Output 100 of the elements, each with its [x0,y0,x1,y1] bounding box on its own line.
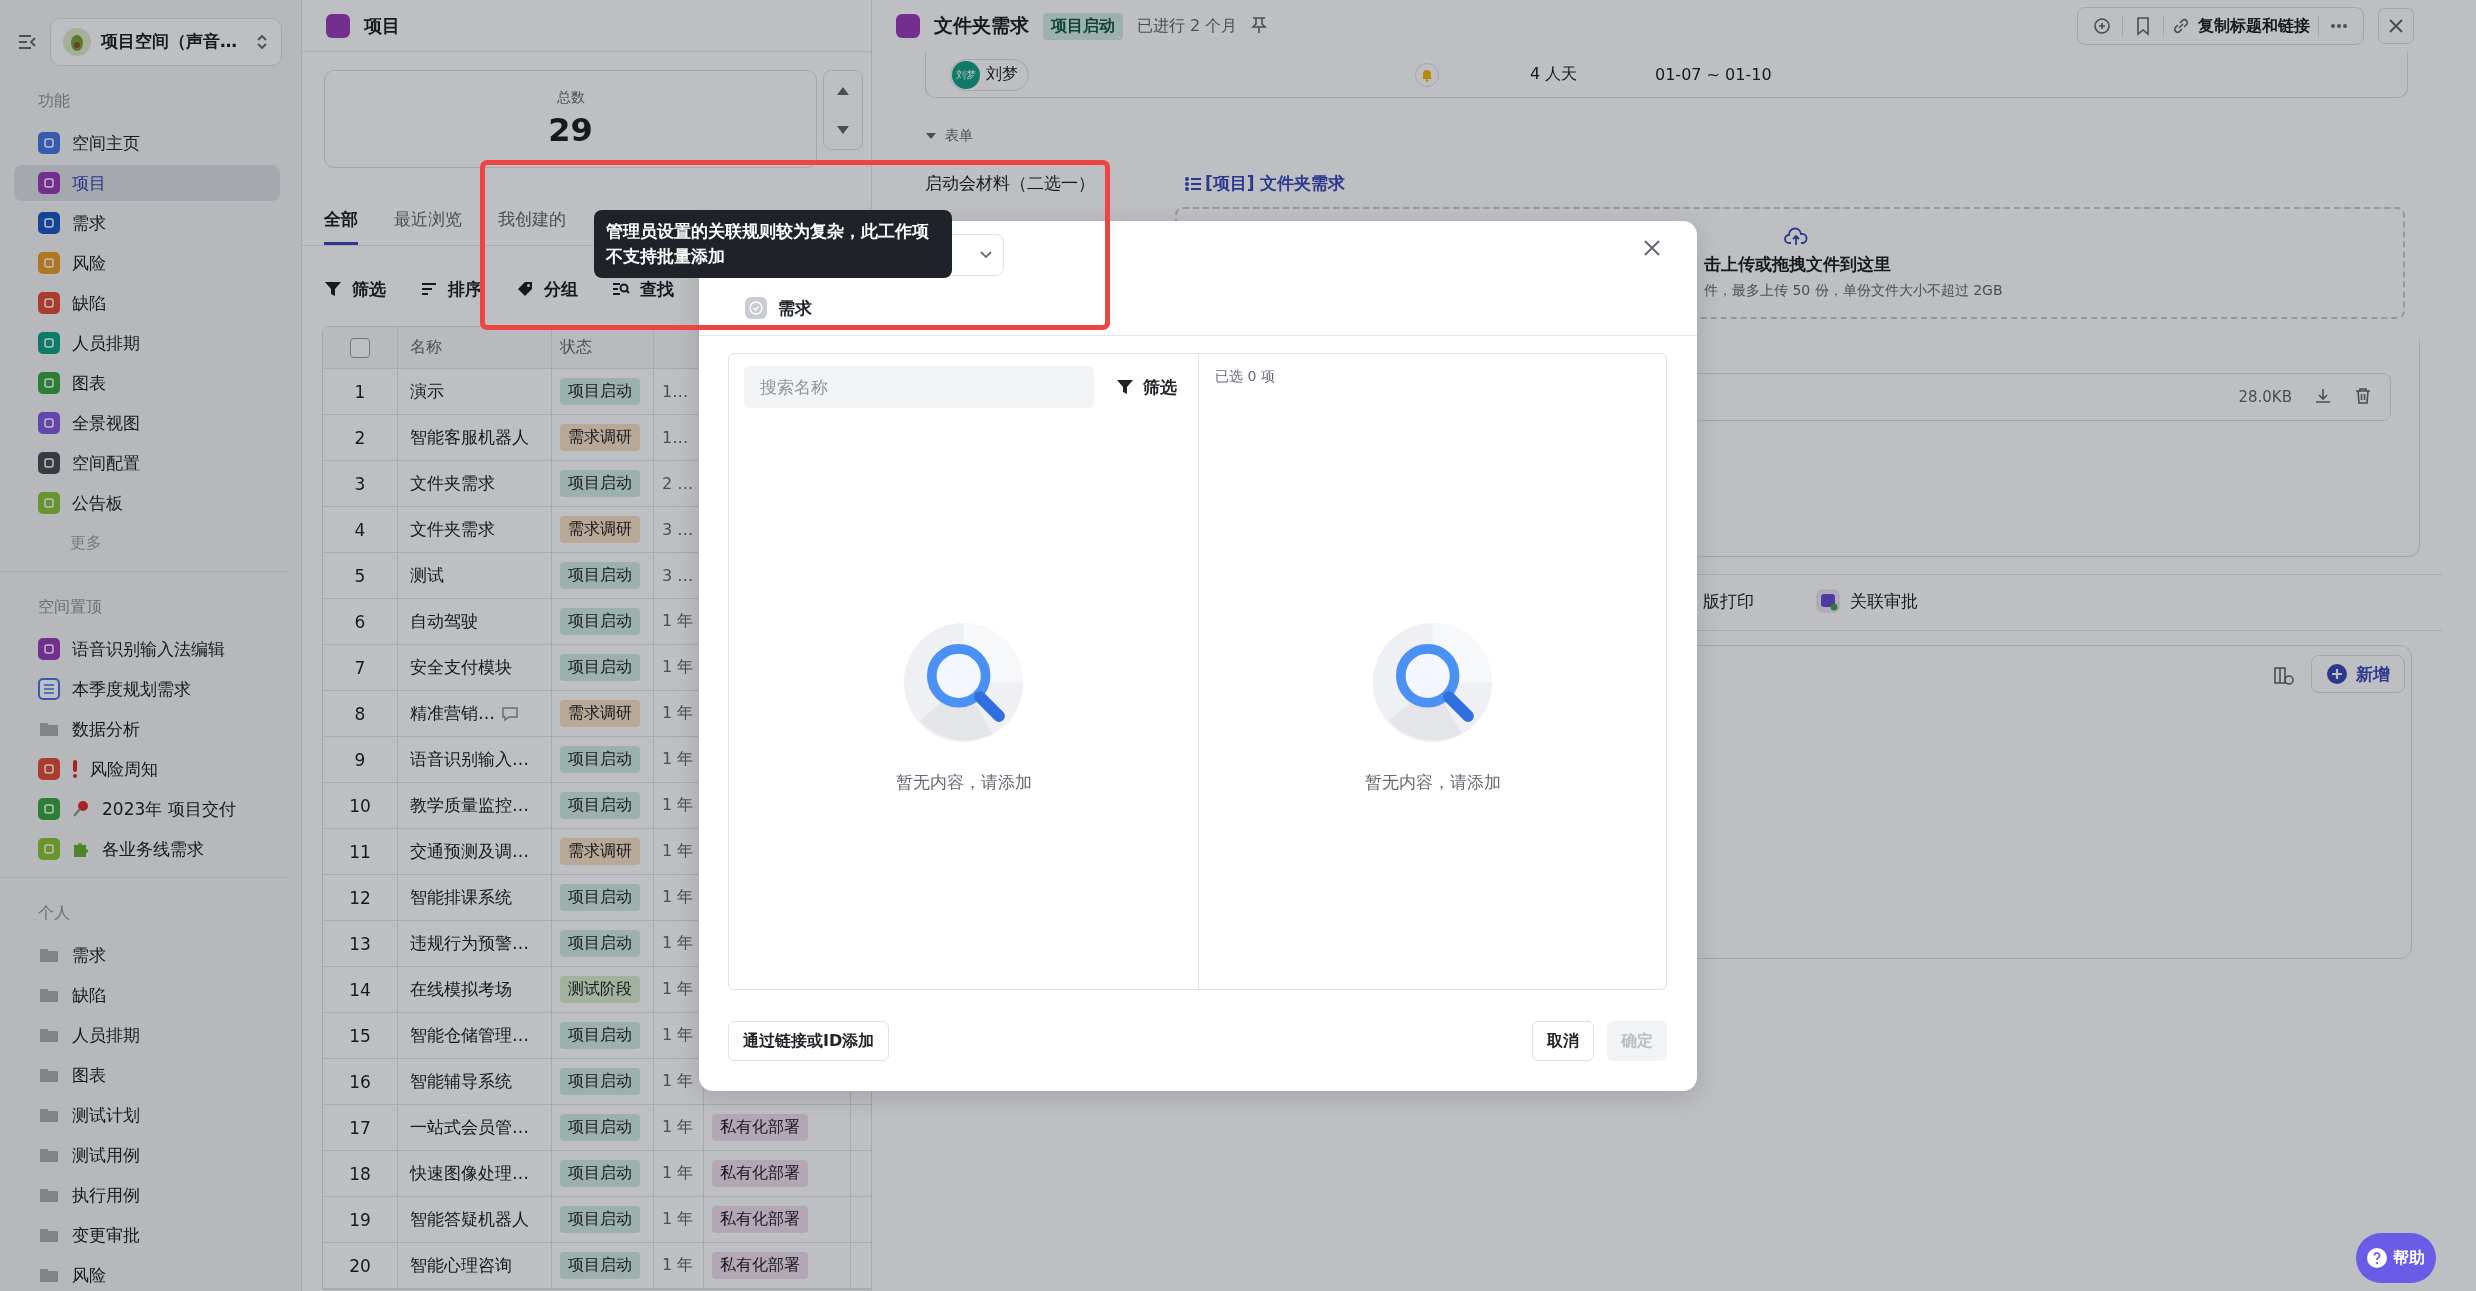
row-number: 15 [323,1013,398,1058]
cancel-button[interactable]: 取消 [1532,1021,1594,1061]
sidebar-item[interactable]: 需求 [14,205,280,241]
space-selector[interactable]: 项目空间（声音… [50,17,282,66]
sidebar-item-label: 空间配置 [72,451,140,475]
table-cell: 1 年 [654,1105,704,1150]
table-cell: 违规行为预警… [410,932,529,955]
status-tag: 项目启动 [560,884,640,911]
table-cell: 自动驾驶 [410,610,478,633]
sidebar-item[interactable]: 缺陷 [14,285,280,321]
tab[interactable]: 全部 [324,196,358,245]
sidebar-item[interactable]: 语音识别输入法编辑 [14,631,280,667]
status-tag: 项目启动 [560,1160,640,1187]
row-number: 8 [323,691,398,736]
tag: 私有化部署 [712,1252,808,1279]
table-cell: 智能辅导系统 [410,1070,512,1093]
sidebar-item[interactable]: 本季度规划需求 [14,671,280,707]
sidebar-item[interactable]: 空间配置 [14,445,280,481]
add-by-link-button[interactable]: 通过链接或ID添加 [728,1021,890,1061]
toolbar-button[interactable]: 分组 [516,277,578,301]
detail-title: 文件夹需求 [934,13,1029,38]
sidebar-item[interactable]: 数据分析 [14,711,280,747]
sidebar-item[interactable]: 图表 [14,365,280,401]
sidebar-item[interactable]: 风险 [14,245,280,281]
sidebar-item-label: 变更审批 [72,1223,140,1247]
toolbar-button[interactable]: 排序 [420,277,482,301]
sidebar-item-label: 测试用例 [72,1143,140,1167]
sidebar-item[interactable]: 需求 [14,937,280,973]
sidebar-item[interactable]: 项目 [14,165,280,201]
status-tag: 项目启动 [560,1114,640,1141]
sidebar-item[interactable]: 人员排期 [14,325,280,361]
status-tag: 需求调研 [560,700,640,727]
sidebar-item-label: 语音识别输入法编辑 [72,637,225,661]
row-number: 12 [323,875,398,920]
row-number: 18 [323,1151,398,1196]
stat-value: 29 [548,111,593,149]
sidebar-item-label: 项目 [72,171,106,195]
sidebar-item[interactable]: 变更审批 [14,1217,280,1253]
tag: 私有化部署 [712,1160,808,1187]
empty-state-text: 暂无内容，请添加 [1364,771,1501,794]
table-cell: 在线模拟考场 [410,978,512,1001]
field-label: 启动会材料（二选一） [925,172,1096,195]
sidebar-item[interactable]: 风险周知 [14,751,280,787]
toolbar-button[interactable]: 查找 [612,277,674,301]
sidebar-item-label: 各业务线需求 [102,837,204,861]
status-tag: 项目启动 [560,1022,640,1049]
sidebar-item[interactable]: 测试计划 [14,1097,280,1133]
table-cell: 安全支付模块 [410,656,512,679]
panel-title: 项目 [364,13,400,38]
status-tag: 项目启动 [560,1252,640,1279]
table-cell: 交通预测及调… [410,840,529,863]
row-number: 5 [323,553,398,598]
sidebar-item-label: 缺陷 [72,291,106,315]
upload-limits: 件，最多上传 50 份，单份文件大小不超过 2GB [1704,281,2004,300]
sidebar-item-label: 需求 [72,211,106,235]
empty-state-text: 暂无内容，请添加 [895,771,1032,794]
status-tag: 项目启动 [560,562,640,589]
sidebar-item[interactable]: 人员排期 [14,1017,280,1053]
tab[interactable]: 关联审批 [1816,574,1918,631]
status-tag: 项目启动 [560,608,640,635]
sidebar-item[interactable]: 公告板 [14,485,280,521]
tab[interactable]: 版打印 [1703,574,1754,631]
row-number: 4 [323,507,398,552]
table-cell: 快速图像处理… [410,1162,529,1185]
sidebar-item-label: 人员排期 [72,1023,140,1047]
sidebar-item[interactable]: 缺陷 [14,977,280,1013]
row-number: 7 [323,645,398,690]
tab[interactable]: 最近浏览 [394,196,462,245]
sidebar-item[interactable]: 风险 [14,1257,280,1291]
stat-label: 总数 [556,89,585,107]
status-tag: 测试阶段 [560,976,640,1003]
sidebar-item-label: 2023年 项目交付 [102,797,236,821]
sidebar-item-label: 图表 [72,371,106,395]
sidebar-item[interactable]: 2023年 项目交付 [14,791,280,827]
sidebar-item-label: 风险 [72,251,106,275]
sidebar-item[interactable]: 图表 [14,1057,280,1093]
table-cell: 测试 [410,564,444,587]
sidebar-item-label: 数据分析 [72,717,140,741]
sidebar-item[interactable]: 测试用例 [14,1137,280,1173]
tab[interactable]: 我创建的 [498,196,566,245]
status-tag: 项目启动 [560,792,640,819]
row-number: 19 [323,1197,398,1242]
status-tag: 需求调研 [560,838,640,865]
avatar: 刘梦 [952,60,980,89]
add-button[interactable]: 新增 [2311,655,2405,693]
search-field[interactable]: 搜索名称 [744,366,1094,408]
item-link[interactable]: [项目] 文件夹需求 [1185,172,1346,195]
sidebar-item[interactable]: 各业务线需求 [14,831,280,867]
sidebar-item[interactable]: 执行用例 [14,1177,280,1213]
status-tag: 项目启动 [560,1068,640,1095]
sidebar-item[interactable]: 空间主页 [14,125,280,161]
table-cell: 智能排课系统 [410,886,512,909]
toolbar-button[interactable]: 筛选 [324,277,386,301]
table-cell: 1 年 [654,1197,704,1242]
sidebar-item[interactable]: 全景视图 [14,405,280,441]
filter-button[interactable]: 筛选 [1116,375,1177,399]
table-cell: 精准营销… [410,702,495,725]
status-tag: 需求调研 [560,424,640,451]
sidebar-item-label: 测试计划 [72,1103,140,1127]
copy-link-button[interactable]: 复制标题和链接 [2168,11,2314,41]
